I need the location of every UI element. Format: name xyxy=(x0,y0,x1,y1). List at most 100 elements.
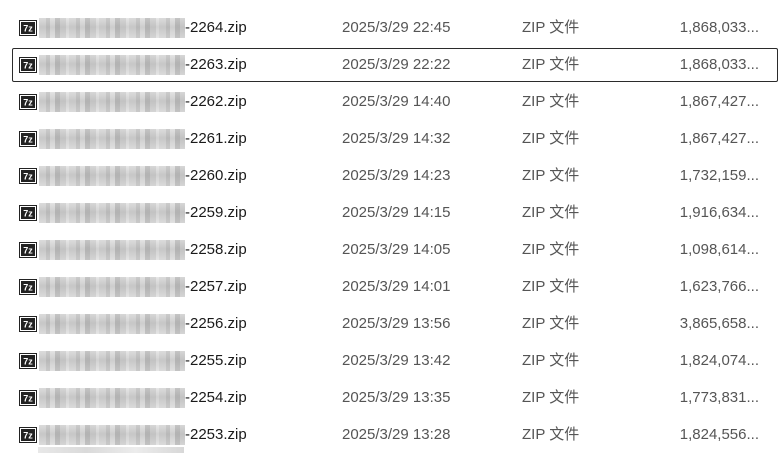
redacted-filename xyxy=(39,18,185,38)
file-name-cell[interactable]: 7z -2256.zip xyxy=(13,308,313,340)
file-size: 1,916,634... xyxy=(679,204,759,221)
file-name-suffix: -2253.zip xyxy=(185,426,247,443)
file-name-cell[interactable]: 7z -2260.zip xyxy=(13,160,313,192)
7z-archive-icon: 7z xyxy=(19,20,37,36)
file-name-suffix: -2263.zip xyxy=(185,56,247,73)
file-name-suffix: -2254.zip xyxy=(185,389,247,406)
file-name-cell[interactable]: 7z -2258.zip xyxy=(13,234,313,266)
redacted-filename xyxy=(39,203,185,223)
file-name-cell[interactable]: 7z -2263.zip xyxy=(13,49,313,81)
file-size: 1,732,159... xyxy=(679,167,759,184)
file-type: ZIP 文件 xyxy=(522,19,580,36)
redacted-filename xyxy=(39,388,185,408)
redacted-filename xyxy=(39,314,185,334)
file-name-suffix: -2262.zip xyxy=(185,93,247,110)
file-type: ZIP 文件 xyxy=(522,130,580,147)
file-size: 1,867,427... xyxy=(679,93,759,110)
redacted-filename xyxy=(39,92,185,112)
svg-text:7z: 7z xyxy=(23,283,33,293)
file-size: 1,868,033... xyxy=(679,56,759,73)
file-row[interactable]: 7z -2254.zip 2025/3/29 13:35 ZIP 文件 1,77… xyxy=(12,381,778,415)
7z-archive-icon: 7z xyxy=(19,279,37,295)
7z-archive-icon: 7z xyxy=(19,316,37,332)
file-size: 1,824,074... xyxy=(679,352,759,369)
file-name-cell[interactable]: 7z -2264.zip xyxy=(13,12,313,44)
file-name-cell[interactable]: 7z -2259.zip xyxy=(13,197,313,229)
file-type: ZIP 文件 xyxy=(522,278,580,295)
file-list: 7z -2264.zip 2025/3/29 22:45 ZIP 文件 1,86… xyxy=(0,0,780,453)
file-row[interactable]: 7z -2255.zip 2025/3/29 13:42 ZIP 文件 1,82… xyxy=(12,344,778,378)
file-type: ZIP 文件 xyxy=(522,426,580,443)
file-name-suffix: -2255.zip xyxy=(185,352,247,369)
modified-date: 2025/3/29 22:22 xyxy=(342,56,451,73)
svg-text:7z: 7z xyxy=(23,394,33,404)
7z-archive-icon: 7z xyxy=(19,131,37,147)
modified-date: 2025/3/29 14:01 xyxy=(342,278,451,295)
file-row[interactable]: 7z -2258.zip 2025/3/29 14:05 ZIP 文件 1,09… xyxy=(12,233,778,267)
7z-archive-icon: 7z xyxy=(19,168,37,184)
redacted-filename xyxy=(39,129,185,149)
file-name-cell[interactable]: 7z -2261.zip xyxy=(13,123,313,155)
file-row[interactable]: 7z -2264.zip 2025/3/29 22:45 ZIP 文件 1,86… xyxy=(12,11,778,45)
7z-archive-icon: 7z xyxy=(19,205,37,221)
file-name-suffix: -2257.zip xyxy=(185,278,247,295)
redacted-filename xyxy=(39,277,185,297)
7z-archive-icon: 7z xyxy=(19,242,37,258)
svg-text:7z: 7z xyxy=(23,431,33,441)
file-size: 1,868,033... xyxy=(679,19,759,36)
svg-text:7z: 7z xyxy=(23,172,33,182)
file-row[interactable]: 7z -2256.zip 2025/3/29 13:56 ZIP 文件 3,86… xyxy=(12,307,778,341)
file-name-suffix: -2258.zip xyxy=(185,241,247,258)
file-type: ZIP 文件 xyxy=(522,315,580,332)
file-row-selected[interactable]: 7z -2263.zip 2025/3/29 22:22 ZIP 文件 1,86… xyxy=(12,48,778,82)
redacted-filename xyxy=(39,240,185,260)
file-size: 1,867,427... xyxy=(679,130,759,147)
modified-date: 2025/3/29 14:32 xyxy=(342,130,451,147)
file-type: ZIP 文件 xyxy=(522,352,580,369)
file-size: 1,623,766... xyxy=(679,278,759,295)
svg-text:7z: 7z xyxy=(23,135,33,145)
file-type: ZIP 文件 xyxy=(522,389,580,406)
file-row[interactable]: 7z -2261.zip 2025/3/29 14:32 ZIP 文件 1,86… xyxy=(12,122,778,156)
file-name-cell[interactable]: 7z -2255.zip xyxy=(13,345,313,377)
file-size: 1,098,614... xyxy=(679,241,759,258)
file-row[interactable]: 7z -2259.zip 2025/3/29 14:15 ZIP 文件 1,91… xyxy=(12,196,778,230)
file-type: ZIP 文件 xyxy=(522,241,580,258)
file-row[interactable]: 7z -2257.zip 2025/3/29 14:01 ZIP 文件 1,62… xyxy=(12,270,778,304)
file-name-cell[interactable]: 7z -2254.zip xyxy=(13,382,313,414)
file-name-suffix: -2264.zip xyxy=(185,19,247,36)
file-name-cell[interactable]: 7z -2257.zip xyxy=(13,271,313,303)
redacted-filename-partial xyxy=(38,447,184,453)
svg-text:7z: 7z xyxy=(23,320,33,330)
svg-text:7z: 7z xyxy=(23,61,33,71)
modified-date: 2025/3/29 22:45 xyxy=(342,19,451,36)
svg-text:7z: 7z xyxy=(23,209,33,219)
file-size: 3,865,658... xyxy=(679,315,759,332)
file-type: ZIP 文件 xyxy=(522,167,580,184)
modified-date: 2025/3/29 14:15 xyxy=(342,204,451,221)
file-name-suffix: -2259.zip xyxy=(185,204,247,221)
file-name-cell[interactable]: 7z -2262.zip xyxy=(13,86,313,118)
svg-text:7z: 7z xyxy=(23,246,33,256)
modified-date: 2025/3/29 14:23 xyxy=(342,167,451,184)
redacted-filename xyxy=(39,425,185,445)
modified-date: 2025/3/29 13:35 xyxy=(342,389,451,406)
modified-date: 2025/3/29 13:42 xyxy=(342,352,451,369)
7z-archive-icon: 7z xyxy=(19,427,37,443)
svg-text:7z: 7z xyxy=(23,357,33,367)
svg-text:7z: 7z xyxy=(23,24,33,34)
file-size: 1,824,556... xyxy=(679,426,759,443)
file-name-suffix: -2261.zip xyxy=(185,130,247,147)
file-name-suffix: -2260.zip xyxy=(185,167,247,184)
file-size: 1,773,831... xyxy=(679,389,759,406)
modified-date: 2025/3/29 13:56 xyxy=(342,315,451,332)
file-row[interactable]: 7z -2262.zip 2025/3/29 14:40 ZIP 文件 1,86… xyxy=(12,85,778,119)
file-row[interactable]: 7z -2260.zip 2025/3/29 14:23 ZIP 文件 1,73… xyxy=(12,159,778,193)
file-name-suffix: -2256.zip xyxy=(185,315,247,332)
modified-date: 2025/3/29 13:28 xyxy=(342,426,451,443)
file-type: ZIP 文件 xyxy=(522,93,580,110)
redacted-filename xyxy=(39,55,185,75)
7z-archive-icon: 7z xyxy=(19,57,37,73)
modified-date: 2025/3/29 14:40 xyxy=(342,93,451,110)
redacted-filename xyxy=(39,351,185,371)
